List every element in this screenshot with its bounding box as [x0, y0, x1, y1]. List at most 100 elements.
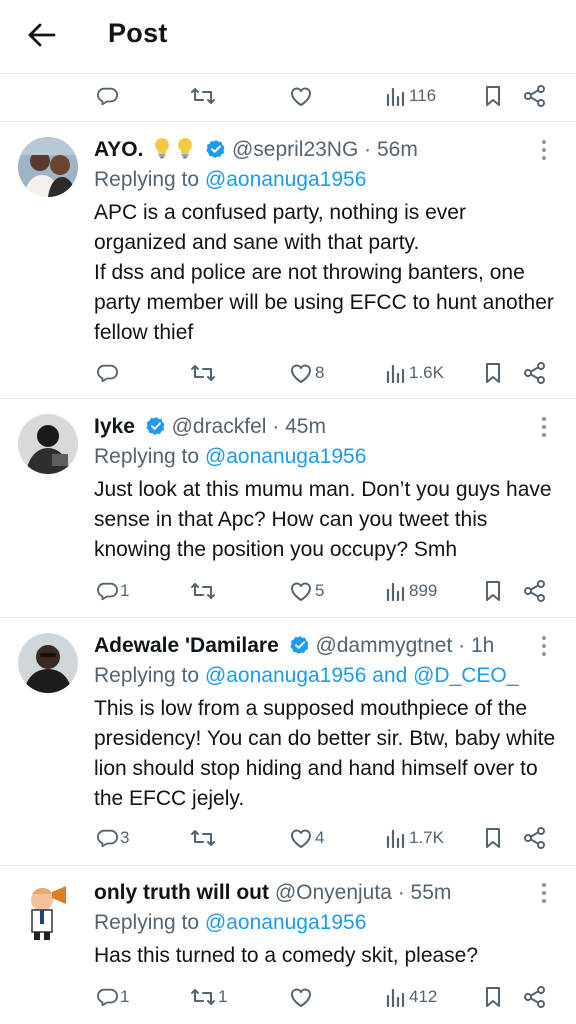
views-button[interactable]: 116: [385, 78, 436, 114]
share-button[interactable]: [523, 355, 547, 391]
views-button[interactable]: 899: [385, 573, 437, 609]
author-name[interactable]: AYO.: [94, 138, 143, 161]
post-actions: 1 5 899: [0, 573, 576, 609]
author-handle[interactable]: @dammygtnet: [315, 634, 452, 657]
top-bar: Post: [0, 0, 576, 72]
verified-badge-icon: [289, 635, 310, 663]
views-count: 899: [409, 581, 438, 600]
post-text-line: APC is a confused party, nothing is ever…: [94, 201, 466, 254]
post-time[interactable]: · 1h: [458, 634, 494, 657]
reply-count: 1: [120, 987, 130, 1006]
bookmark-button[interactable]: [483, 820, 503, 856]
share-icon: [523, 85, 547, 107]
repost-button[interactable]: [190, 820, 218, 856]
avatar[interactable]: [18, 880, 78, 940]
views-count: 412: [409, 987, 438, 1006]
more-options-icon[interactable]: [534, 634, 554, 658]
replying-to: Replying to @aonanuga1956: [94, 166, 366, 194]
mention-link[interactable]: @aonanuga1956: [205, 911, 366, 934]
repost-button[interactable]: [190, 355, 218, 391]
like-button[interactable]: [289, 78, 313, 114]
replying-to-label: Replying to: [94, 168, 205, 191]
reply-icon: [96, 827, 118, 849]
views-chart-icon: [385, 85, 407, 107]
post-actions: 1 1 412: [0, 979, 576, 1015]
lightbulb-icon: [152, 137, 172, 167]
views-chart-icon: [385, 986, 407, 1008]
author-handle[interactable]: @drackfel: [172, 415, 267, 438]
reply-button[interactable]: 3: [96, 820, 129, 856]
views-button[interactable]: 1.6K: [385, 355, 444, 391]
bookmark-button[interactable]: [483, 573, 503, 609]
post-time[interactable]: · 45m: [272, 415, 326, 438]
share-button[interactable]: [523, 820, 547, 856]
reply-post[interactable]: Adewale 'Damilare @dammygtnet · 1h Reply…: [0, 618, 576, 864]
views-button[interactable]: 1.7K: [385, 820, 444, 856]
repost-count: 1: [218, 987, 228, 1006]
mention-link[interactable]: @aonanuga1956: [205, 168, 366, 191]
share-button[interactable]: [523, 78, 547, 114]
reply-post[interactable]: only truth will out @Onyenjuta · 55m Rep…: [0, 866, 576, 1024]
avatar[interactable]: [18, 137, 78, 197]
repost-button[interactable]: [190, 78, 216, 114]
replying-to-label: Replying to: [94, 445, 205, 468]
repost-button[interactable]: [190, 573, 218, 609]
lightbulb-icon: [175, 137, 195, 167]
reply-post[interactable]: AYO. @sepril23NG · 56m Replying to @aona…: [0, 122, 576, 398]
back-arrow-icon[interactable]: [22, 17, 62, 53]
reply-button[interactable]: [96, 355, 120, 391]
post-text: Has this turned to a comedy skit, please…: [94, 944, 479, 967]
post-header: only truth will out @Onyenjuta · 55m: [94, 879, 451, 907]
reply-icon: [96, 85, 118, 107]
verified-badge-icon: [206, 139, 226, 167]
author-handle[interactable]: @Onyenjuta: [275, 881, 392, 904]
like-count: 5: [315, 581, 325, 600]
like-button[interactable]: 4: [289, 820, 324, 856]
repost-icon: [190, 580, 216, 602]
reply-icon: [96, 362, 118, 384]
like-button[interactable]: 5: [289, 573, 324, 609]
views-count: 1.7K: [409, 828, 444, 847]
heart-icon: [289, 362, 313, 384]
avatar[interactable]: [18, 414, 78, 474]
post-time[interactable]: · 55m: [398, 881, 452, 904]
like-count: 4: [315, 828, 325, 847]
repost-button[interactable]: 1: [190, 979, 227, 1015]
repost-icon: [190, 986, 216, 1008]
reply-count: 1: [120, 581, 130, 600]
avatar[interactable]: [18, 633, 78, 693]
mention-link[interactable]: @aonanuga1956: [205, 445, 366, 468]
like-count: 8: [315, 363, 325, 382]
author-name[interactable]: Adewale 'Damilare: [94, 634, 279, 657]
heart-icon: [289, 986, 313, 1008]
post-text: APC is a confused party, nothing is ever…: [94, 198, 564, 348]
post-time[interactable]: · 56m: [364, 138, 418, 161]
reply-button[interactable]: 1: [96, 573, 129, 609]
replying-to-label: Replying to: [94, 911, 205, 934]
post-text: Just look at this mumu man. Don’t you gu…: [94, 478, 552, 561]
post-actions: 8 1.6K: [0, 355, 576, 391]
views-chart-icon: [385, 362, 407, 384]
author-name[interactable]: only truth will out: [94, 881, 269, 904]
bookmark-button[interactable]: [483, 78, 503, 114]
share-button[interactable]: [523, 979, 547, 1015]
reply-button[interactable]: 1: [96, 979, 129, 1015]
replying-to: Replying to @aonanuga1956: [94, 909, 366, 937]
bookmark-button[interactable]: [483, 355, 503, 391]
mention-link[interactable]: @aonanuga1956 and @D_CEO_: [205, 664, 519, 687]
reply-post[interactable]: Iyke @drackfel · 45m Replying to @aonanu…: [0, 399, 576, 617]
replying-to-label: Replying to: [94, 664, 205, 687]
author-handle[interactable]: @sepril23NG: [232, 138, 358, 161]
like-button[interactable]: 8: [289, 355, 324, 391]
views-count: 1.6K: [409, 363, 444, 382]
views-chart-icon: [385, 827, 407, 849]
author-name[interactable]: Iyke: [94, 415, 135, 438]
more-options-icon[interactable]: [534, 881, 554, 905]
more-options-icon[interactable]: [534, 138, 554, 162]
reply-button[interactable]: [96, 78, 118, 114]
share-button[interactable]: [523, 573, 547, 609]
more-options-icon[interactable]: [534, 415, 554, 439]
like-button[interactable]: [289, 979, 315, 1015]
views-button[interactable]: 412: [385, 979, 437, 1015]
bookmark-button[interactable]: [483, 979, 503, 1015]
